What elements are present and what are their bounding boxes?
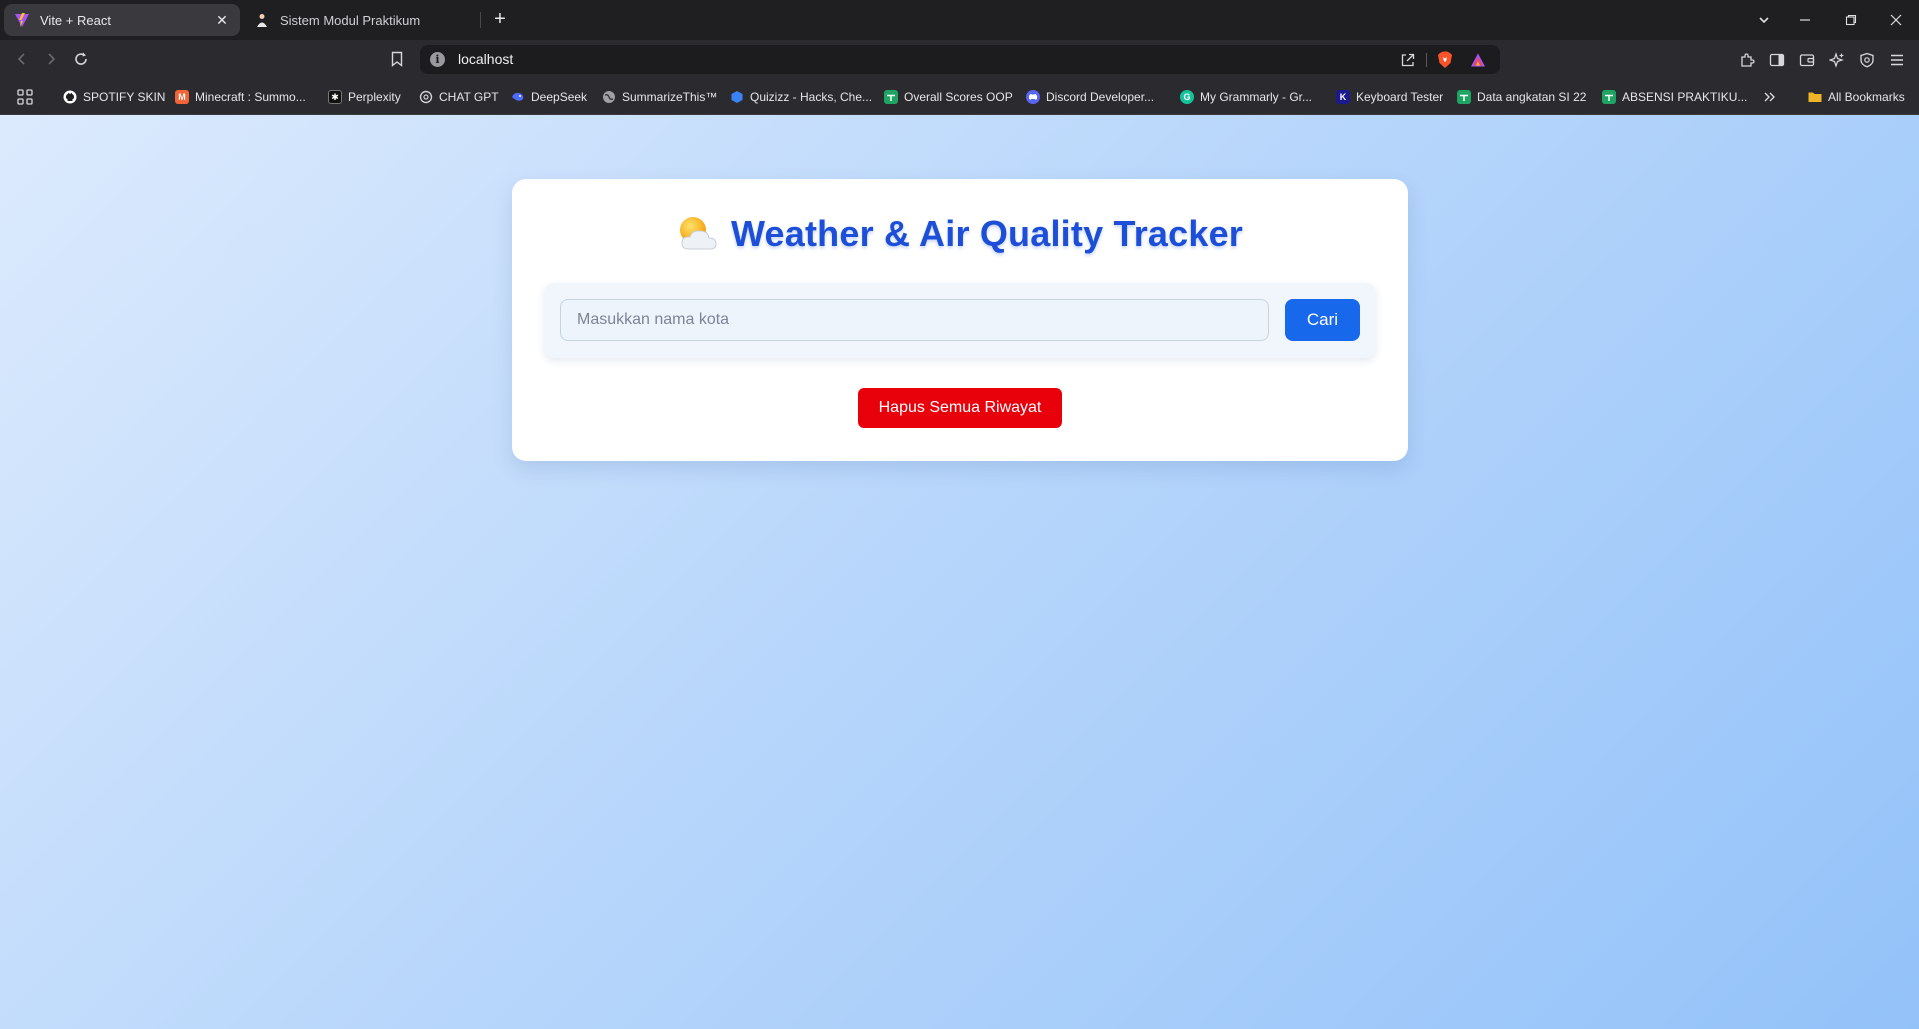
- address-text[interactable]: localhost: [458, 51, 513, 67]
- bookmark-deepseek[interactable]: DeepSeek: [511, 87, 587, 107]
- discord-icon: [1026, 90, 1040, 104]
- search-button[interactable]: Cari: [1285, 299, 1360, 341]
- app-page: Weather & Air Quality Tracker Cari Hapus…: [0, 115, 1919, 1029]
- bookmark-label: My Grammarly - Gr...: [1200, 90, 1312, 104]
- menu-icon[interactable]: [1886, 49, 1908, 71]
- extensions-icon[interactable]: [1736, 49, 1758, 71]
- tab-title: Vite + React: [40, 12, 111, 28]
- sun-behind-cloud-icon: [677, 213, 719, 255]
- grammarly-icon: G: [1180, 90, 1194, 104]
- tab-sistem-modul[interactable]: Sistem Modul Praktikum: [244, 4, 480, 36]
- more-bookmarks-chevron-icon[interactable]: [1762, 87, 1776, 107]
- deepseek-icon: [511, 90, 525, 104]
- bookmark-my-grammarly[interactable]: G My Grammarly - Gr...: [1180, 87, 1312, 107]
- site-info-icon[interactable]: i: [430, 52, 445, 67]
- bookmark-discord-developer[interactable]: Discord Developer...: [1026, 87, 1154, 107]
- person-icon: [254, 12, 270, 28]
- bookmark-label: SPOTIFY SKIN: [83, 90, 166, 104]
- all-bookmarks-folder[interactable]: All Bookmarks: [1808, 87, 1905, 107]
- bookmark-page-icon[interactable]: [385, 47, 409, 71]
- vpn-shield-icon[interactable]: [1856, 49, 1878, 71]
- bookmark-absensi-praktikum[interactable]: ABSENSI PRAKTIKU...: [1602, 87, 1747, 107]
- back-icon[interactable]: [10, 47, 34, 71]
- leo-ai-icon[interactable]: [1826, 49, 1848, 71]
- vite-icon: [14, 12, 30, 28]
- bookmark-label: Overall Scores OOP: [904, 90, 1013, 104]
- new-tab-button[interactable]: +: [488, 8, 512, 32]
- bookmark-overall-scores-oop[interactable]: Overall Scores OOP: [884, 87, 1013, 107]
- apps-grid-icon[interactable]: [16, 87, 34, 107]
- bookmark-label: CHAT GPT: [439, 90, 499, 104]
- browser-toolbar: i localhost: [0, 40, 1919, 78]
- minimize-icon[interactable]: [1793, 8, 1817, 32]
- brave-shields-icon[interactable]: [1435, 50, 1455, 70]
- close-window-icon[interactable]: [1884, 8, 1908, 32]
- all-bookmarks-label: All Bookmarks: [1828, 90, 1905, 104]
- city-search-input[interactable]: [560, 299, 1269, 341]
- tab-search-chevron-icon[interactable]: [1752, 8, 1776, 32]
- bookmark-label: Quizizz - Hacks, Che...: [750, 90, 873, 104]
- sheets-icon: [1457, 90, 1471, 104]
- bookmark-chat-gpt[interactable]: CHAT GPT: [419, 87, 499, 107]
- brave-rewards-icon[interactable]: [1468, 50, 1488, 70]
- main-card: Weather & Air Quality Tracker Cari Hapus…: [512, 179, 1408, 461]
- bookmark-label: Data angkatan SI 22: [1477, 90, 1587, 104]
- close-tab-icon[interactable]: ✕: [214, 12, 230, 28]
- bookmark-label: Discord Developer...: [1046, 90, 1155, 104]
- bookmark-label: DeepSeek: [531, 90, 588, 104]
- divider: [1426, 53, 1427, 67]
- share-icon[interactable]: [1398, 50, 1418, 70]
- shield-icon: [730, 90, 744, 104]
- bookmarks-bar: SPOTIFY SKIN M Minecraft : Summo... ✱ Pe…: [0, 78, 1919, 115]
- github-icon: [63, 90, 77, 104]
- bookmark-quizizz[interactable]: Quizizz - Hacks, Che...: [730, 87, 872, 107]
- bookmark-label: Keyboard Tester: [1356, 90, 1444, 104]
- tab-strip: Vite + React ✕ Sistem Modul Praktikum +: [0, 0, 1919, 40]
- page-title: Weather & Air Quality Tracker: [731, 213, 1243, 254]
- sheets-icon: [884, 90, 898, 104]
- tab-divider: [480, 12, 481, 28]
- bookmark-label: SummarizeThis™: [622, 90, 718, 104]
- address-bar[interactable]: i localhost: [420, 45, 1500, 74]
- forward-icon[interactable]: [39, 47, 63, 71]
- keyboard-icon: K: [1336, 90, 1350, 104]
- sidebar-icon[interactable]: [1766, 49, 1788, 71]
- bookmark-data-angkatan[interactable]: Data angkatan SI 22: [1457, 87, 1586, 107]
- page-heading: Weather & Air Quality Tracker: [512, 213, 1408, 255]
- tab-title: Sistem Modul Praktikum: [280, 12, 421, 28]
- bookmark-label: Minecraft : Summo...: [195, 90, 306, 104]
- globe-icon: [602, 90, 616, 104]
- tab-vite-react[interactable]: Vite + React ✕: [4, 4, 240, 36]
- bookmark-summarizethis[interactable]: SummarizeThis™: [602, 87, 717, 107]
- restore-icon[interactable]: [1839, 8, 1863, 32]
- bookmark-spotify-skin[interactable]: SPOTIFY SKIN: [63, 87, 165, 107]
- wallet-icon[interactable]: [1796, 49, 1818, 71]
- bookmark-label: ABSENSI PRAKTIKU...: [1622, 90, 1748, 104]
- perplexity-icon: ✱: [328, 90, 342, 104]
- folder-icon: [1808, 90, 1822, 104]
- clear-history-button[interactable]: Hapus Semua Riwayat: [858, 388, 1062, 428]
- bookmark-keyboard-tester[interactable]: K Keyboard Tester: [1336, 87, 1443, 107]
- bookmark-minecraft[interactable]: M Minecraft : Summo...: [175, 87, 306, 107]
- curseforge-icon: M: [175, 90, 189, 104]
- search-panel: Cari: [544, 283, 1376, 358]
- openai-icon: [419, 90, 433, 104]
- bookmark-perplexity[interactable]: ✱ Perplexity: [328, 87, 401, 107]
- sheets-icon: [1602, 90, 1616, 104]
- reload-icon[interactable]: [69, 47, 93, 71]
- bookmark-label: Perplexity: [348, 90, 401, 104]
